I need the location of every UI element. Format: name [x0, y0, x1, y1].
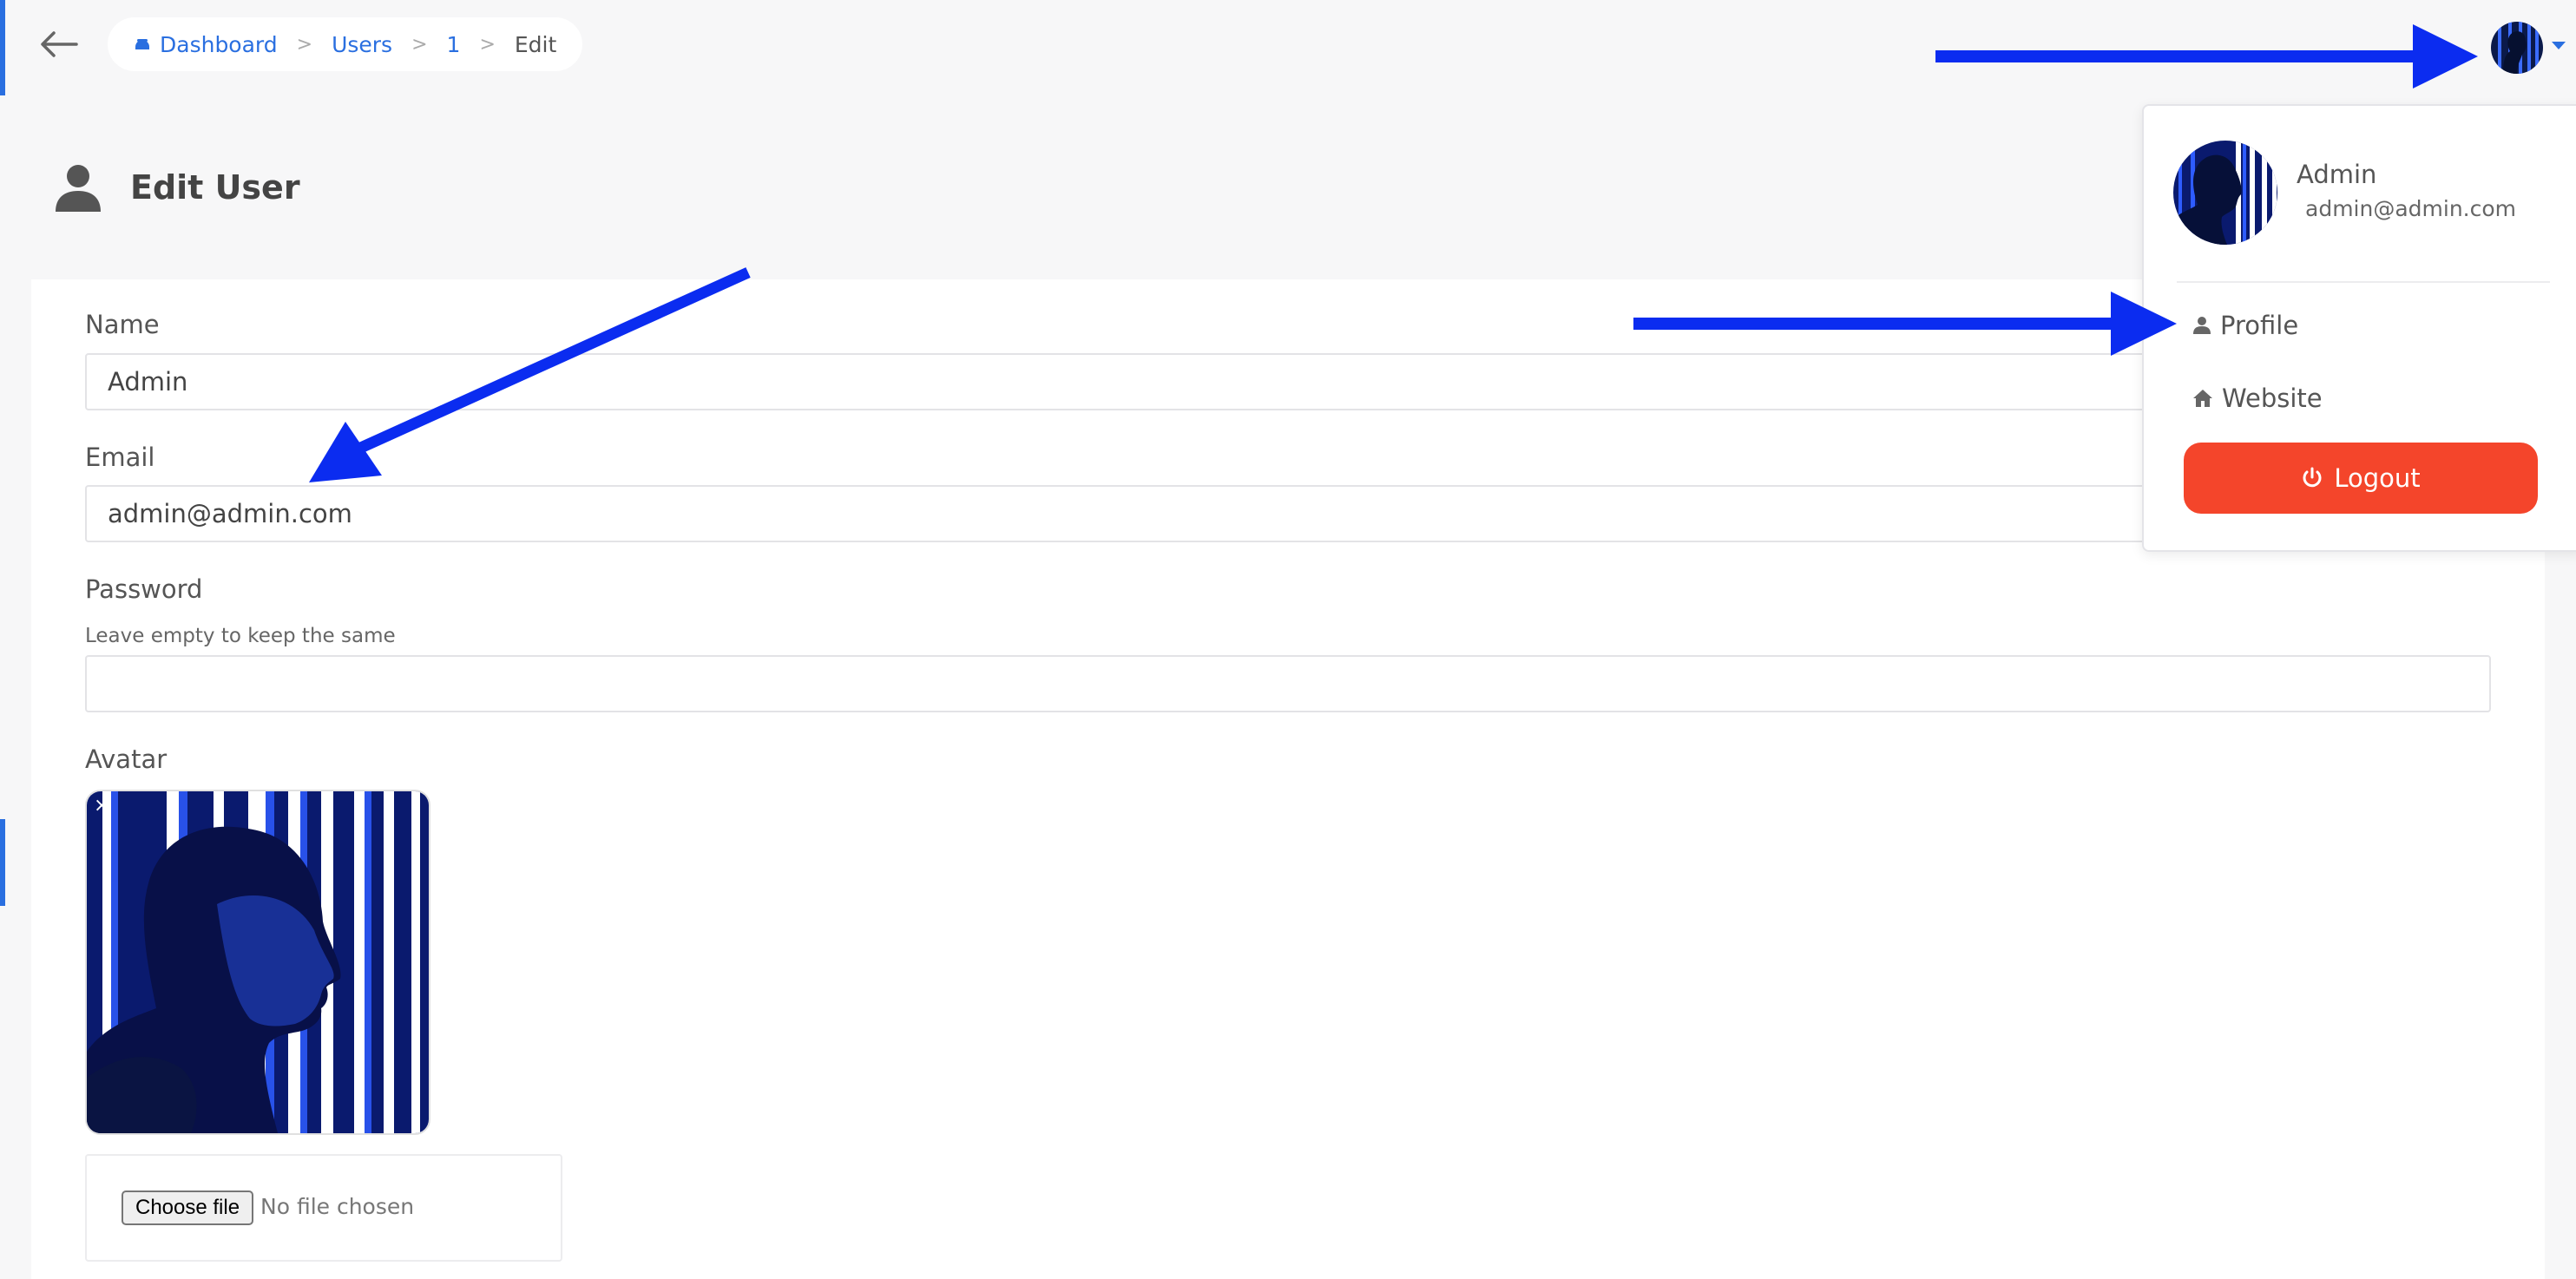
user-dropdown-menu: Admin admin@admin.com Profile Website Lo… — [2142, 104, 2576, 552]
name-input[interactable]: Admin — [85, 353, 2491, 410]
breadcrumb: Dashboard > Users > 1 > Edit — [108, 17, 583, 71]
breadcrumb-users[interactable]: Users — [332, 32, 392, 57]
menu-user-name: Admin — [2297, 160, 2377, 189]
home-icon — [2193, 390, 2212, 407]
menu-item-website[interactable]: Website — [2192, 384, 2323, 413]
breadcrumb-separator: > — [411, 33, 428, 56]
breadcrumb-separator: > — [296, 33, 313, 56]
avatar-preview: × — [85, 790, 430, 1135]
user-avatar-button[interactable] — [2491, 22, 2543, 74]
sidebar-accent — [0, 0, 5, 95]
breadcrumb-user-id[interactable]: 1 — [447, 32, 461, 57]
breadcrumb-dashboard[interactable]: Dashboard — [134, 32, 278, 57]
breadcrumb-separator: > — [479, 33, 496, 56]
divider — [2177, 281, 2550, 283]
file-upload-field: Choose file No file chosen — [85, 1154, 562, 1262]
arrow-left-icon — [41, 31, 78, 57]
avatar — [2173, 141, 2277, 245]
breadcrumb-current: Edit — [514, 31, 557, 57]
menu-user-email: admin@admin.com — [2305, 196, 2517, 221]
chevron-down-icon[interactable] — [2552, 42, 2566, 49]
remove-avatar-icon[interactable]: × — [94, 795, 109, 817]
dashboard-icon — [135, 39, 149, 49]
page-title: Edit User — [130, 168, 300, 207]
sidebar-accent — [0, 819, 5, 906]
choose-file-button[interactable]: Choose file — [122, 1190, 254, 1225]
menu-item-profile[interactable]: Profile — [2192, 311, 2298, 340]
password-hint: Leave empty to keep the same — [85, 625, 396, 647]
breadcrumb-label: Dashboard — [160, 31, 278, 57]
avatar-image — [2491, 22, 2543, 74]
email-label: Email — [85, 443, 155, 472]
email-input[interactable]: admin@admin.com — [85, 485, 2491, 542]
annotation-arrow — [1935, 50, 2417, 62]
password-input[interactable] — [85, 655, 2491, 712]
user-icon — [56, 165, 101, 212]
file-status: No file chosen — [260, 1194, 415, 1219]
avatar-image — [2173, 141, 2277, 245]
power-icon — [2303, 467, 2322, 488]
menu-item-label: Profile — [2220, 311, 2299, 340]
back-button[interactable] — [35, 23, 83, 66]
annotation-arrow — [2413, 24, 2478, 89]
password-label: Password — [85, 574, 203, 604]
user-icon — [2193, 317, 2211, 334]
avatar-photo — [87, 791, 429, 1133]
logout-label: Logout — [2334, 463, 2421, 493]
avatar-label: Avatar — [85, 744, 168, 774]
name-label: Name — [85, 310, 160, 339]
logout-button[interactable]: Logout — [2184, 443, 2538, 514]
menu-item-label: Website — [2222, 384, 2323, 413]
page-header: Edit User — [52, 161, 300, 213]
